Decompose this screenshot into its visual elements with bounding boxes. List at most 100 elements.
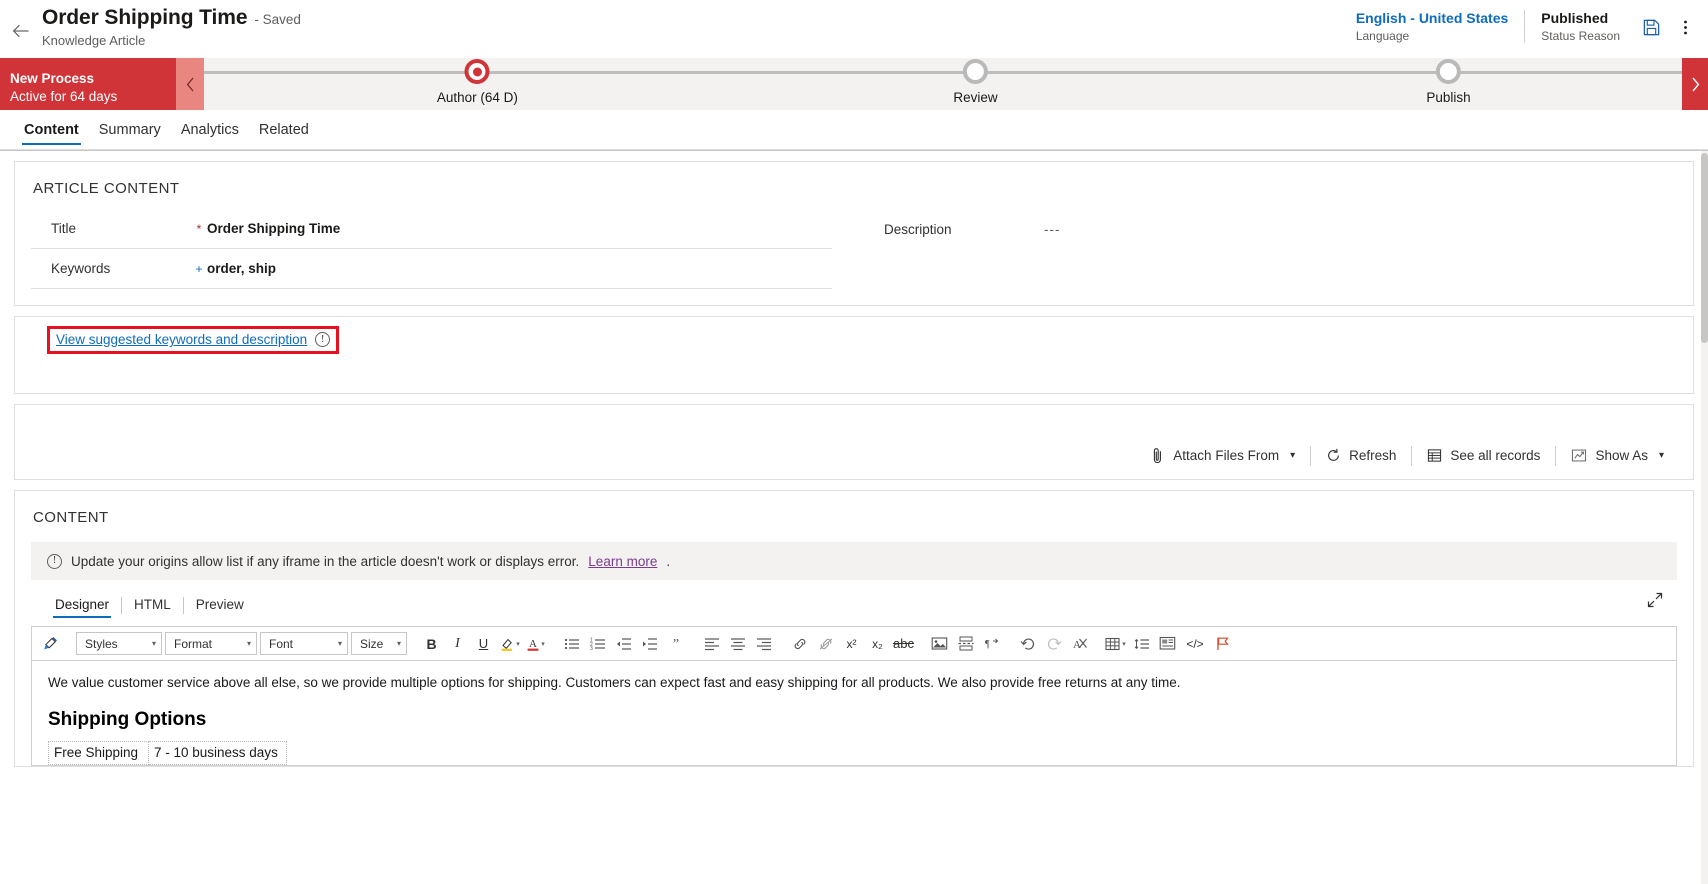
svg-text:”: ” [672, 637, 678, 651]
bpf-stage-publish[interactable]: Publish [1426, 58, 1471, 105]
attachments-section: Attach Files From ▾ Refresh See all reco… [14, 404, 1694, 480]
language-value[interactable]: English - United States [1356, 10, 1508, 26]
align-right-button[interactable] [752, 632, 775, 655]
bpf-stage-author[interactable]: Author (64 D) [437, 58, 518, 105]
article-editor-body[interactable]: We value customer service above all else… [32, 661, 1676, 766]
notice-trailing: . [666, 553, 671, 569]
strikethrough-button[interactable]: abc [892, 632, 915, 655]
decrease-indent-button[interactable] [612, 632, 635, 655]
bpf-process-name: New Process [10, 70, 95, 86]
status-reason-field[interactable]: Published Status Reason [1525, 10, 1636, 43]
bold-button[interactable]: B [420, 632, 443, 655]
tab-analytics[interactable]: Analytics [171, 110, 249, 149]
font-color-button[interactable]: A ▾ [524, 632, 547, 655]
undo-button[interactable] [1016, 632, 1039, 655]
svg-text:A: A [529, 638, 537, 650]
article-content-heading: ARTICLE CONTENT [33, 180, 180, 197]
bpf-stage-label: Publish [1426, 90, 1471, 105]
bulleted-list-button[interactable] [560, 632, 583, 655]
insert-template-button[interactable] [1156, 632, 1179, 655]
bpf-next-button[interactable] [1682, 58, 1708, 110]
expand-editor-button[interactable] [1647, 592, 1663, 613]
divider [1411, 445, 1413, 466]
field-value-title[interactable]: Order Shipping Time [207, 221, 340, 236]
field-description[interactable]: Description --- [884, 209, 1655, 249]
font-dropdown[interactable]: Font ▾ [260, 632, 348, 655]
tab-related[interactable]: Related [249, 110, 319, 149]
link-icon [794, 638, 805, 649]
bpf-stage-review[interactable]: Review [953, 58, 998, 105]
rtl-direction-button[interactable]: ¶ [980, 632, 1003, 655]
insert-link-button[interactable] [788, 632, 811, 655]
vertical-scrollbar[interactable] [1701, 151, 1708, 884]
remove-link-button[interactable] [814, 632, 837, 655]
content-section: CONTENT ! Update your origins allow list… [14, 490, 1694, 768]
tab-preview[interactable]: Preview [184, 594, 256, 617]
view-suggested-keywords-link[interactable]: View suggested keywords and description [56, 332, 307, 347]
styles-dropdown[interactable]: Styles ▾ [76, 632, 162, 655]
bpf-stage-label: Author (64 D) [436, 90, 518, 105]
align-left-icon [704, 637, 719, 650]
show-as-button[interactable]: Show As ▾ [1560, 443, 1675, 468]
learn-more-link[interactable]: Learn more [588, 554, 657, 569]
underline-button[interactable]: U [472, 632, 495, 655]
italic-button[interactable]: I [446, 632, 469, 655]
bpf-track: Author (64 D) Review Publish [204, 58, 1682, 110]
page-break-button[interactable] [954, 632, 977, 655]
status-reason-label: Status Reason [1541, 29, 1620, 43]
format-dropdown[interactable]: Format ▾ [165, 632, 257, 655]
field-value-keywords[interactable]: order, ship [207, 261, 276, 276]
refresh-button[interactable]: Refresh [1315, 443, 1407, 468]
insert-image-button[interactable] [928, 632, 951, 655]
redo-button[interactable] [1042, 632, 1065, 655]
bullet-list-icon [564, 638, 579, 649]
bpf-collapse-button[interactable] [176, 58, 204, 110]
form-tab-bar: Content Summary Analytics Related [0, 110, 1708, 150]
divider [1310, 445, 1312, 466]
save-button[interactable] [1636, 12, 1666, 42]
bpf-active-stage[interactable]: New Process Active for 64 days [0, 58, 176, 110]
source-code-button[interactable]: </> [1182, 632, 1208, 655]
suggestions-section: View suggested keywords and description … [14, 316, 1694, 394]
line-height-button[interactable] [1130, 632, 1153, 655]
format-value: Format [174, 636, 213, 651]
align-center-button[interactable] [726, 632, 749, 655]
form-body: ARTICLE CONTENT Title * Order Shipping T… [0, 150, 1708, 884]
tab-html[interactable]: HTML [122, 594, 183, 617]
bpf-stage-marker-current [464, 59, 490, 84]
article-paragraph: We value customer service above all else… [48, 675, 1181, 690]
tab-summary[interactable]: Summary [89, 110, 171, 149]
chevron-down-icon: ▾ [396, 639, 401, 648]
numbered-list-button[interactable]: 1 2 3 [586, 632, 609, 655]
highlight-color-button[interactable]: ▾ [498, 632, 521, 655]
scrollbar-thumb[interactable] [1701, 153, 1708, 343]
increase-indent-button[interactable] [638, 632, 661, 655]
tab-content[interactable]: Content [14, 110, 89, 149]
field-title[interactable]: Title * Order Shipping Time [31, 209, 832, 249]
more-commands-button[interactable] [1670, 12, 1700, 42]
flag-button[interactable] [1211, 632, 1234, 655]
subscript-button[interactable]: x₂ [866, 632, 889, 655]
size-dropdown[interactable]: Size ▾ [351, 632, 407, 655]
bpf-stage-marker [1435, 59, 1461, 84]
field-keywords[interactable]: Keywords + order, ship [31, 249, 832, 289]
clear-format-icon: A [1073, 638, 1087, 651]
language-field[interactable]: English - United States Language [1340, 10, 1526, 43]
blockquote-button[interactable]: ” [664, 632, 687, 655]
info-circle-icon[interactable]: ! [315, 332, 331, 347]
increase-indent-icon [642, 637, 657, 650]
field-label-description: Description [884, 221, 952, 237]
field-value-description[interactable]: --- [1044, 222, 1061, 237]
tab-designer[interactable]: Designer [43, 594, 121, 618]
see-all-records-button[interactable]: See all records [1416, 443, 1551, 468]
attach-files-from-button[interactable]: Attach Files From ▾ [1139, 442, 1306, 469]
align-left-button[interactable] [700, 632, 723, 655]
see-all-records-label: See all records [1450, 448, 1541, 463]
format-painter-button[interactable] [40, 632, 63, 655]
superscript-button[interactable]: x² [840, 632, 863, 655]
clear-format-button[interactable]: A [1068, 632, 1091, 655]
insert-table-button[interactable]: ▾ [1104, 632, 1127, 655]
shipping-options-table: Free Shipping 7 - 10 business days [48, 741, 287, 766]
styles-value: Styles [85, 636, 118, 651]
back-button[interactable] [0, 0, 42, 58]
